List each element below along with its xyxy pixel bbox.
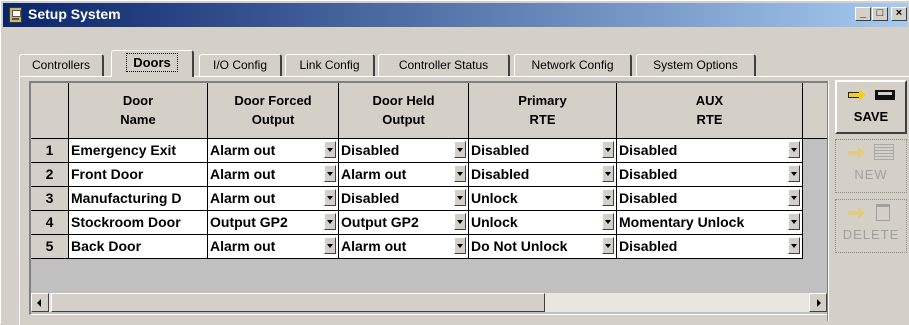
dropdown-arrow-icon[interactable]	[788, 165, 800, 182]
column-header-primary-rte[interactable]: Primary RTE	[469, 83, 617, 139]
forced-output-select[interactable]: Output GP2	[208, 211, 339, 235]
row-number[interactable]: 3	[31, 187, 69, 211]
dropdown-arrow-icon[interactable]	[454, 141, 466, 158]
tab-network-config[interactable]: Network Config	[514, 54, 632, 76]
dropdown-arrow-icon[interactable]	[324, 237, 336, 254]
door-name-cell[interactable]: Back Door	[69, 235, 208, 259]
arrow-icon	[848, 207, 865, 219]
held-output-select[interactable]: Alarm out	[339, 235, 469, 259]
primary-rte-select[interactable]: Disabled	[469, 139, 617, 163]
dropdown-arrow-icon[interactable]	[602, 237, 614, 254]
dropdown-arrow-icon[interactable]	[454, 165, 466, 182]
column-header-door-held-output[interactable]: Door Held Output	[339, 83, 469, 139]
column-header-door-forced-output[interactable]: Door Forced Output	[208, 83, 339, 139]
scroll-right-icon[interactable]	[809, 293, 827, 312]
dropdown-arrow-icon[interactable]	[602, 165, 614, 182]
aux-rte-select[interactable]: Disabled	[617, 139, 803, 163]
aux-rte-select[interactable]: Disabled	[617, 163, 803, 187]
arrow-icon	[849, 89, 866, 101]
tab-controllers[interactable]: Controllers	[19, 54, 104, 76]
dropdown-arrow-icon[interactable]	[324, 189, 336, 206]
row-number[interactable]: 2	[31, 163, 69, 187]
dropdown-arrow-icon[interactable]	[788, 141, 800, 158]
held-output-select[interactable]: Disabled	[339, 139, 469, 163]
scrollbar-thumb[interactable]	[51, 293, 545, 312]
held-output-select[interactable]: Disabled	[339, 187, 469, 211]
forced-output-select[interactable]: Alarm out	[208, 139, 339, 163]
trash-icon	[876, 204, 890, 221]
tab-doors[interactable]: Doors	[111, 50, 194, 77]
dropdown-arrow-icon[interactable]	[324, 165, 336, 182]
close-button[interactable]: ×	[891, 7, 907, 21]
aux-rte-select[interactable]: Momentary Unlock	[617, 211, 803, 235]
dropdown-arrow-icon[interactable]	[602, 141, 614, 158]
primary-rte-select[interactable]: Unlock	[469, 187, 617, 211]
setup-system-window: Setup System _ □ × Controllers Doors I/O…	[0, 0, 909, 325]
door-name-cell[interactable]: Manufacturing D	[69, 187, 208, 211]
save-icon	[837, 84, 905, 108]
title-bar[interactable]: Setup System _ □ ×	[3, 3, 908, 27]
row-number[interactable]: 1	[31, 139, 69, 163]
aux-rte-select[interactable]: Disabled	[617, 187, 803, 211]
forced-output-select[interactable]: Alarm out	[208, 163, 339, 187]
door-name-cell[interactable]: Stockroom Door	[69, 211, 208, 235]
dropdown-arrow-icon[interactable]	[788, 237, 800, 254]
new-button[interactable]: NEW	[835, 139, 907, 193]
tab-controller-status[interactable]: Controller Status	[378, 54, 510, 76]
grid-corner-header	[31, 83, 69, 139]
tab-link-config[interactable]: Link Config	[285, 54, 375, 76]
new-record-icon	[874, 144, 894, 160]
minimize-button[interactable]: _	[855, 7, 871, 21]
aux-rte-select[interactable]: Disabled	[617, 235, 803, 259]
dropdown-arrow-icon[interactable]	[788, 189, 800, 206]
column-header-aux-rte[interactable]: AUX RTE	[617, 83, 803, 139]
dropdown-arrow-icon[interactable]	[788, 213, 800, 230]
header-filler	[803, 83, 828, 139]
save-label: SAVE	[853, 109, 889, 124]
tab-io-config[interactable]: I/O Config	[199, 54, 282, 76]
row-number[interactable]: 5	[31, 235, 69, 259]
new-icon	[836, 142, 906, 166]
doors-grid: Door Name Door Forced Output Door Held Outp…	[29, 81, 829, 315]
dropdown-arrow-icon[interactable]	[324, 141, 336, 158]
window-title: Setup System	[28, 6, 121, 22]
dropdown-arrow-icon[interactable]	[454, 213, 466, 230]
dropdown-arrow-icon[interactable]	[454, 237, 466, 254]
row-number[interactable]: 4	[31, 211, 69, 235]
primary-rte-select[interactable]: Disabled	[469, 163, 617, 187]
door-name-cell[interactable]: Emergency Exit	[69, 139, 208, 163]
maximize-button[interactable]: □	[872, 7, 888, 21]
arrow-icon	[848, 147, 865, 159]
delete-icon	[836, 202, 906, 226]
delete-label: DELETE	[842, 227, 900, 242]
primary-rte-select[interactable]: Do Not Unlock	[469, 235, 617, 259]
forced-output-select[interactable]: Alarm out	[208, 235, 339, 259]
held-output-select[interactable]: Output GP2	[339, 211, 469, 235]
primary-rte-select[interactable]: Unlock	[469, 211, 617, 235]
delete-button[interactable]: DELETE	[835, 199, 907, 253]
toolbar-separator	[827, 81, 829, 321]
dropdown-arrow-icon[interactable]	[454, 189, 466, 206]
dropdown-arrow-icon[interactable]	[324, 213, 336, 230]
horizontal-scrollbar[interactable]	[31, 293, 827, 312]
dropdown-arrow-icon[interactable]	[602, 213, 614, 230]
dropdown-arrow-icon[interactable]	[602, 189, 614, 206]
tab-system-options[interactable]: System Options	[636, 54, 756, 76]
save-button[interactable]: SAVE	[835, 80, 907, 134]
column-header-door-name[interactable]: Door Name	[69, 83, 208, 139]
disk-icon	[875, 90, 895, 100]
scroll-left-icon[interactable]	[31, 293, 49, 312]
forced-output-select[interactable]: Alarm out	[208, 187, 339, 211]
held-output-select[interactable]: Alarm out	[339, 163, 469, 187]
door-name-cell[interactable]: Front Door	[69, 163, 208, 187]
new-label: NEW	[854, 167, 888, 182]
app-icon	[9, 7, 22, 23]
